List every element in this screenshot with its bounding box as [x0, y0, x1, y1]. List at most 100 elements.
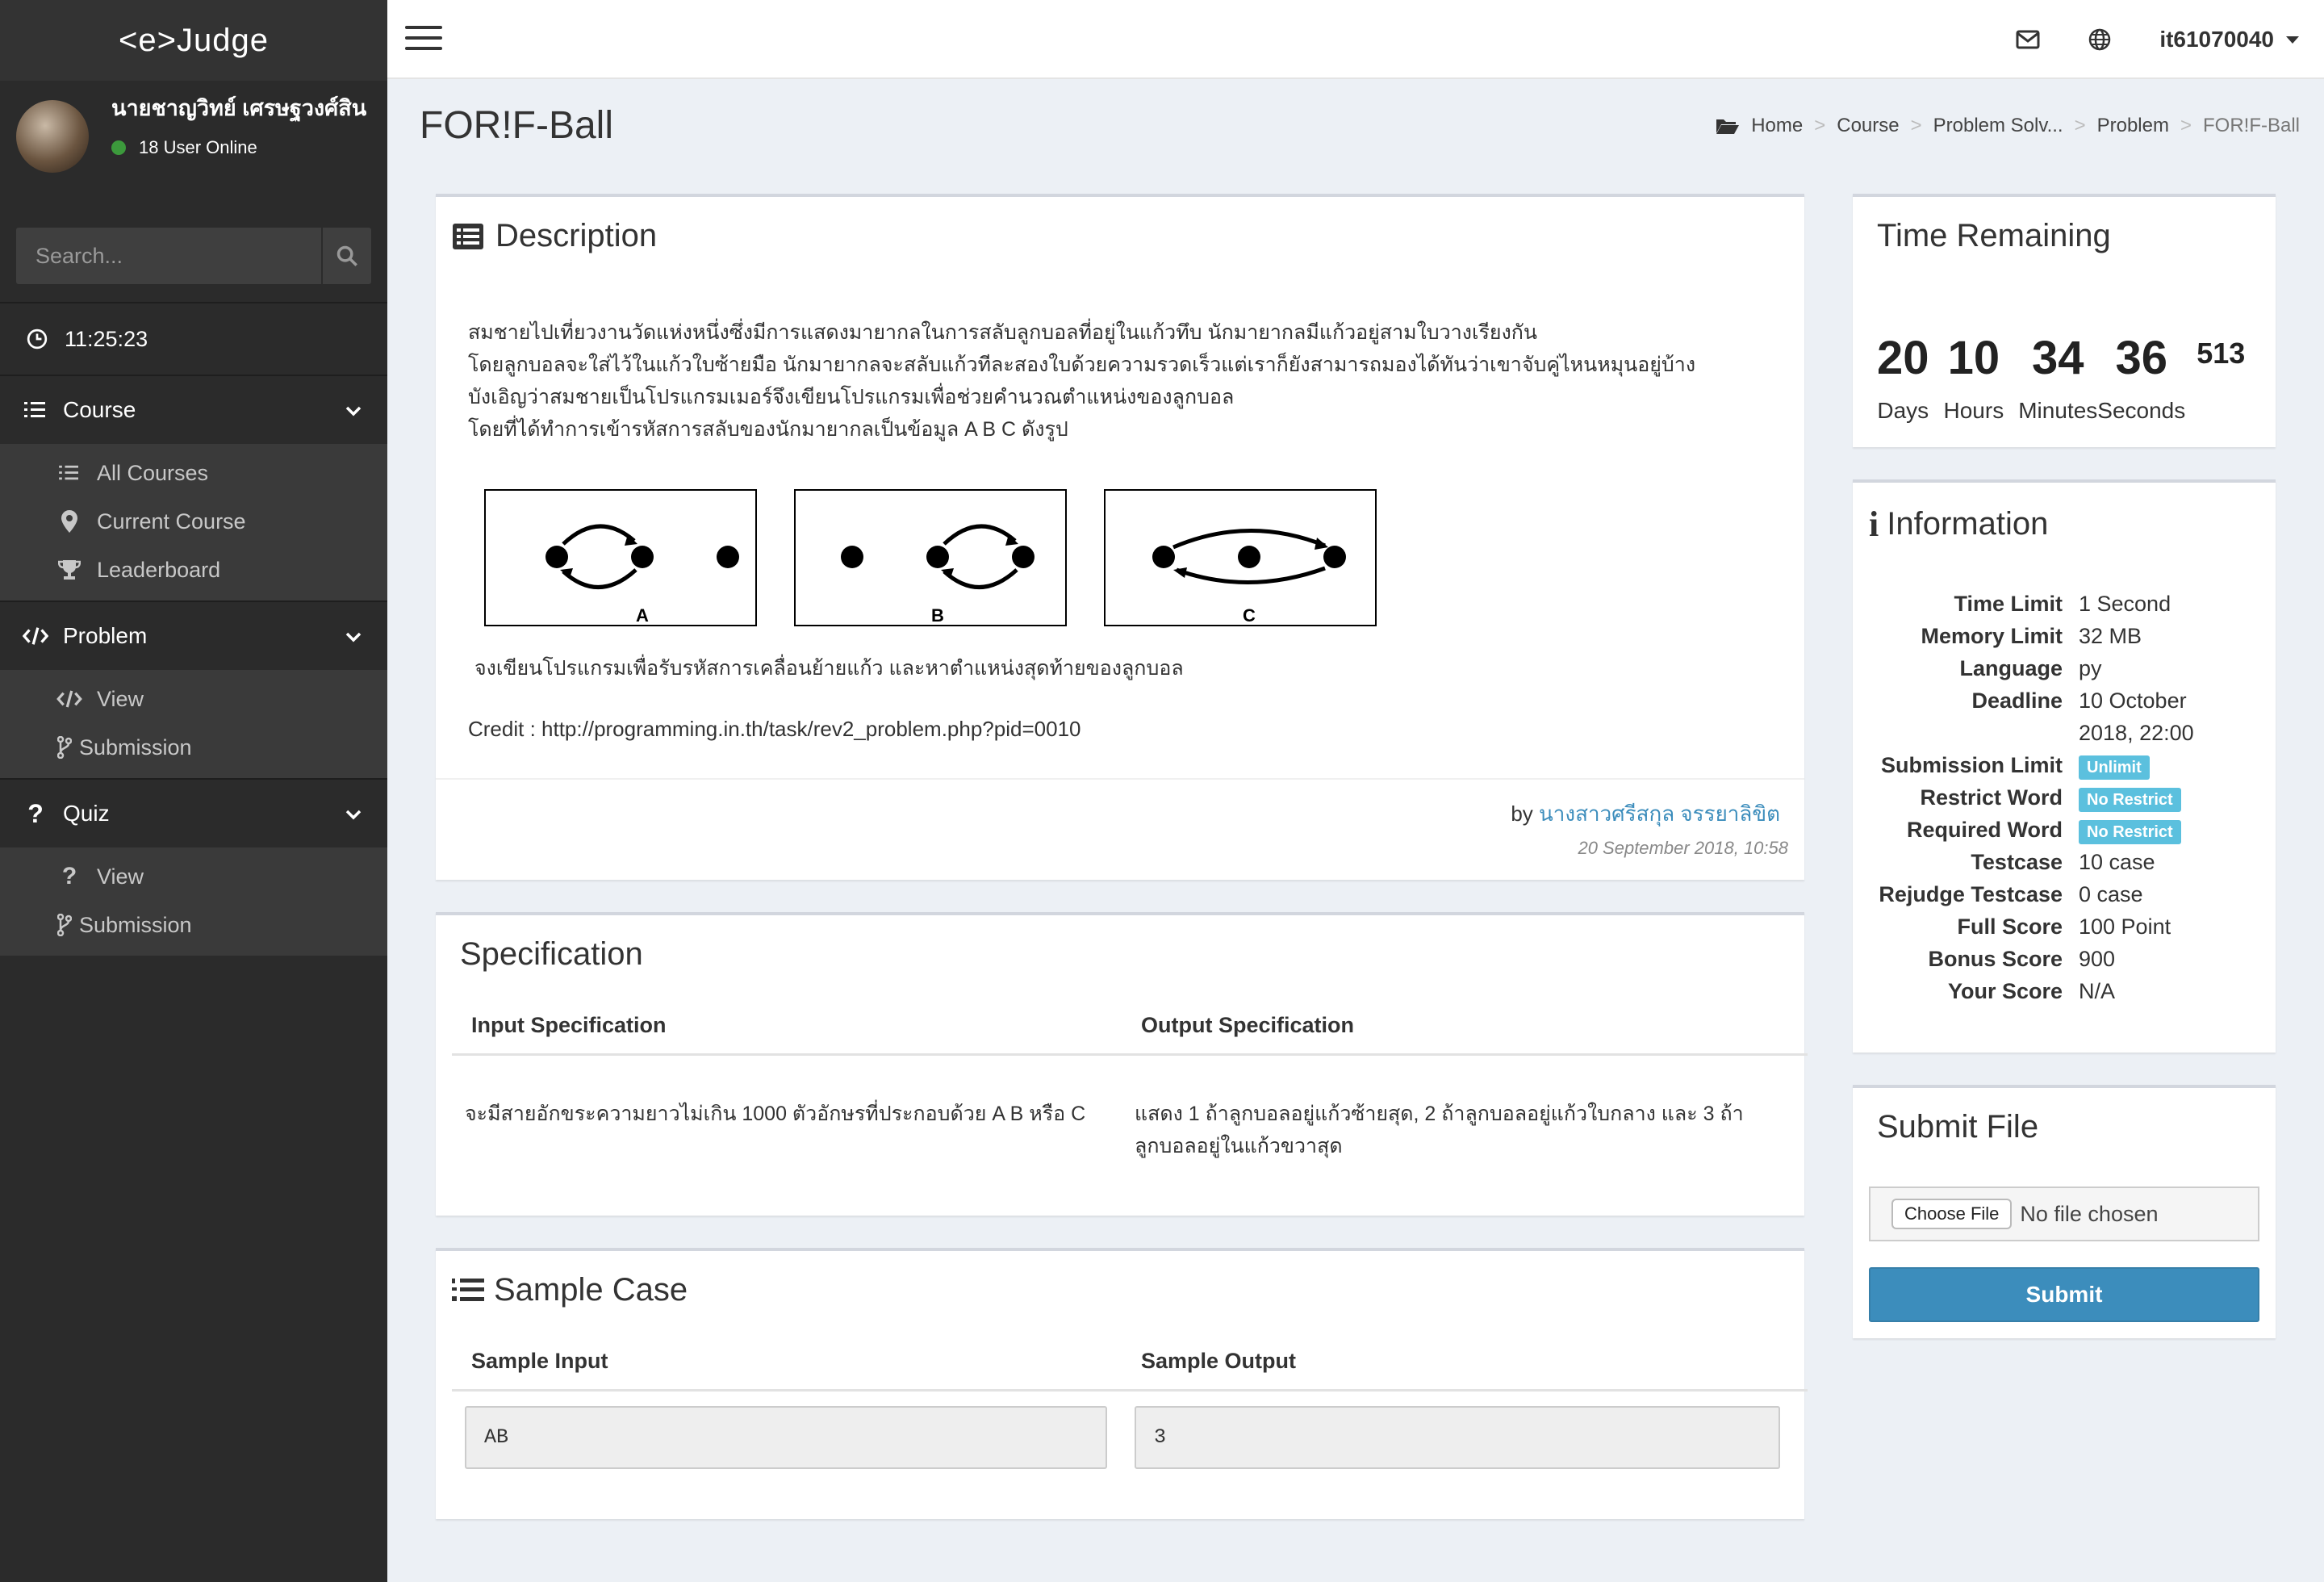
- countdown-ms: 513: [2197, 337, 2245, 424]
- clock: 11:25:23: [0, 302, 387, 375]
- description-body: สมชายไปเที่ยวงานวัดแห่งหนึ่งซึ่งมีการแสด…: [468, 316, 1695, 446]
- breadcrumb-course[interactable]: Course: [1837, 115, 1899, 137]
- countdown-minutes-label: Minutes: [2018, 398, 2098, 423]
- info-value: 100 Point: [2079, 914, 2171, 939]
- swap-figure-b: B: [794, 489, 1067, 626]
- file-input[interactable]: Choose File No file chosen: [1869, 1186, 2259, 1241]
- map-marker-icon: [56, 510, 82, 533]
- info-row: Language py: [1853, 652, 2276, 684]
- countdown-seconds-label: Seconds: [2097, 398, 2186, 423]
- specification-box: Specification Input Specification Output…: [436, 912, 1808, 1216]
- breadcrumb-problem[interactable]: Problem: [2097, 115, 2169, 137]
- sample-case-title-label: Sample Case: [494, 1272, 688, 1308]
- sidebar: <e>Judge นายชาญวิทย์ เศรษฐวงศ์สิน 18 Use…: [0, 0, 387, 1582]
- submit-button[interactable]: Submit: [1869, 1267, 2259, 1322]
- info-row: Submission Limit Unlimit: [1853, 749, 2276, 781]
- menu-problem-label: Problem: [63, 623, 148, 648]
- breadcrumb-problem-solving[interactable]: Problem Solv...: [1933, 115, 2063, 137]
- folder-open-icon: [1716, 119, 1740, 134]
- chevron-down-icon: [345, 801, 362, 827]
- submit-file-title: Submit File: [1877, 1109, 2039, 1145]
- sample-input-box[interactable]: AB: [465, 1405, 1107, 1469]
- description-credit: Credit : http://programming.in.th/task/r…: [468, 717, 1081, 741]
- user-menu-label: it61070040: [2159, 27, 2274, 52]
- menu-quiz-label: Quiz: [63, 801, 110, 826]
- sample-case-box: Sample Case Sample Input Sample Output A…: [436, 1248, 1808, 1519]
- sample-output-box[interactable]: 3: [1135, 1405, 1780, 1469]
- countdown-seconds: 36 Seconds: [2097, 331, 2185, 424]
- search-button[interactable]: [321, 228, 371, 284]
- swap-figure-a: A: [484, 489, 757, 626]
- search-input[interactable]: [16, 228, 321, 284]
- sidebar-item-label: All Courses: [97, 460, 209, 485]
- sidebar-item-problem-submission[interactable]: Submission: [0, 723, 387, 772]
- user-panel: นายชาญวิทย์ เศรษฐวงศ์สิน 18 User Online: [0, 81, 387, 221]
- list-alt-icon: [453, 223, 483, 249]
- input-spec-text: จะมีสายอักขระความยาวไม่เกิน 1000 ตัวอักษ…: [465, 1102, 1086, 1125]
- sample-output-header: Sample Output: [1122, 1333, 1808, 1392]
- globe-icon[interactable]: [2088, 28, 2111, 51]
- menu-problem[interactable]: Problem: [0, 601, 387, 670]
- user-menu[interactable]: it61070040: [2159, 27, 2300, 52]
- author-prefix: by: [1511, 801, 1533, 826]
- information-title: i Information: [1869, 504, 2048, 545]
- swap-figure-c: C: [1104, 489, 1377, 626]
- info-label: Rejudge Testcase: [1879, 882, 2063, 906]
- sidebar-item-problem-view[interactable]: View: [0, 675, 387, 723]
- description-line: โดยลูกบอลจะใส่ไว้ในแก้วใบซ้ายมือ นักมายา…: [468, 354, 1696, 376]
- description-footer: by นางสาวศรีสกุล จรรยาลิขิต 20 September…: [436, 778, 1804, 877]
- countdown-minutes: 34 Minutes: [2018, 331, 2097, 424]
- sidebar-item-all-courses[interactable]: All Courses: [0, 449, 387, 497]
- quiz-submenu: ? View Submission: [0, 848, 387, 956]
- search-icon: [336, 245, 357, 266]
- specification-table: Input Specification Output Specification…: [452, 998, 1808, 1162]
- chevron-down-icon: [345, 623, 362, 649]
- info-value: py: [2079, 656, 2102, 680]
- sidebar-item-quiz-submission[interactable]: Submission: [0, 901, 387, 949]
- online-status: 18 User Online: [111, 137, 370, 158]
- description-task: จงเขียนโปรแกรมเพื่อรับรหัสการเคลื่อนย้าย…: [474, 657, 1184, 680]
- figure-label: A: [636, 605, 649, 625]
- countdown-seconds-value: 36: [2115, 332, 2167, 384]
- countdown-ms-value: 513: [2197, 337, 2246, 370]
- breadcrumb-separator: >: [2074, 115, 2086, 136]
- sidebar-item-label: View: [97, 864, 144, 889]
- description-line: บังเอิญว่าสมชายเป็นโปรแกรมเมอร์จึงเขียนโ…: [468, 386, 1235, 408]
- info-label: Submission Limit: [1880, 753, 2063, 777]
- online-count: 18 User Online: [139, 137, 257, 157]
- swap-figures: A B C: [484, 489, 1377, 626]
- code-icon: [56, 690, 82, 708]
- info-label: Your Score: [1947, 979, 2063, 1003]
- info-row: Your Score N/A: [1853, 975, 2276, 1007]
- brand-logo[interactable]: <e>Judge: [0, 0, 387, 81]
- caret-down-icon: [2286, 36, 2299, 44]
- countdown-hours: 10 Hours: [1944, 331, 2004, 424]
- code-fork-icon: [56, 914, 73, 936]
- trophy-icon: [56, 559, 82, 580]
- clock-time: 11:25:23: [65, 326, 148, 351]
- info-value: 0 case: [2079, 882, 2143, 906]
- author-link[interactable]: นางสาวศรีสกุล จรรยาลิขิต: [1539, 801, 1780, 826]
- menu-toggle-icon[interactable]: [405, 26, 442, 53]
- description-line: สมชายไปเที่ยวงานวัดแห่งหนึ่งซึ่งมีการแสด…: [468, 321, 1537, 344]
- info-icon: i: [1869, 504, 1879, 544]
- breadcrumb-separator: >: [1910, 115, 1922, 136]
- menu-quiz[interactable]: ? Quiz: [0, 778, 387, 848]
- info-label: Deadline: [1971, 688, 2063, 713]
- info-value: N/A: [2079, 979, 2116, 1003]
- menu-course[interactable]: Course: [0, 375, 387, 444]
- posted-date: 20 September 2018, 10:58: [1578, 838, 1788, 858]
- envelope-icon[interactable]: [2016, 30, 2040, 49]
- breadcrumb-home[interactable]: Home: [1751, 115, 1803, 137]
- choose-file-button[interactable]: Choose File: [1891, 1199, 2013, 1229]
- info-label: Language: [1959, 656, 2063, 680]
- sidebar-item-current-course[interactable]: Current Course: [0, 497, 387, 546]
- question-icon: ?: [27, 798, 44, 828]
- info-value: 10 October 2018, 22:00: [2079, 688, 2194, 745]
- sidebar-item-quiz-view[interactable]: ? View: [0, 852, 387, 901]
- info-label: Time Limit: [1954, 592, 2063, 616]
- sidebar-item-label: View: [97, 686, 144, 711]
- sidebar-item-leaderboard[interactable]: Leaderboard: [0, 546, 387, 594]
- sidebar-item-label: Leaderboard: [97, 557, 221, 582]
- figure-label: B: [931, 605, 944, 625]
